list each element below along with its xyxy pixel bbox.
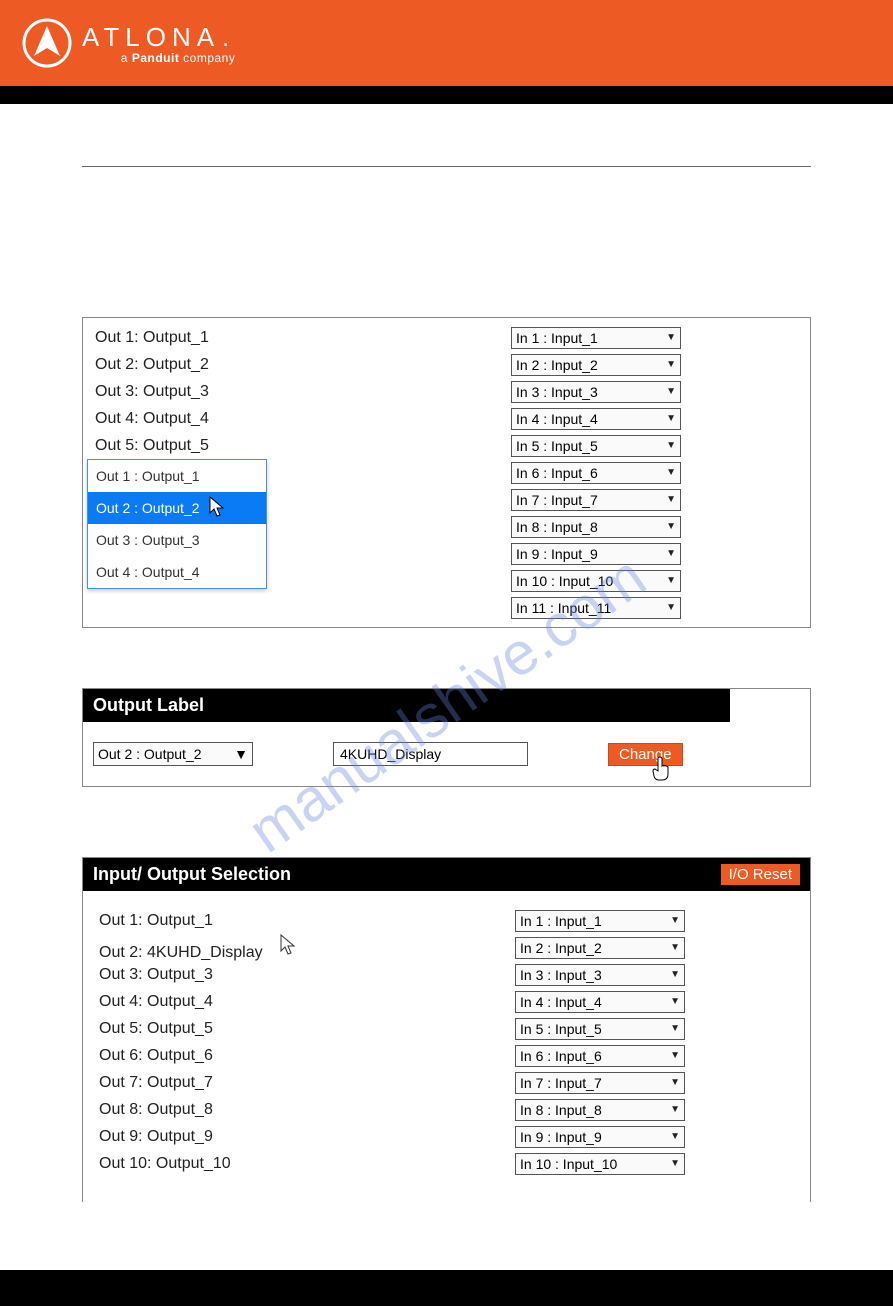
chevron-down-icon: ▼	[234, 746, 248, 762]
chevron-down-icon: ▼	[670, 1077, 680, 1088]
input-select[interactable]: In 4 : Input_4▼	[511, 408, 681, 430]
io-selection-header: Input/ Output Selection I/O Reset	[83, 858, 810, 891]
dropdown-option-selected[interactable]: Out 2 : Output_2	[88, 492, 266, 524]
chevron-down-icon: ▼	[670, 1050, 680, 1061]
io-row: Out 5: Output_5 In 5 : Input_5▼	[91, 432, 802, 459]
input-select[interactable]: In 8 : Input_8▼	[515, 1099, 685, 1121]
cursor-arrow-icon	[279, 941, 299, 961]
chevron-down-icon: ▼	[666, 332, 676, 343]
output-label-text: Out 10: Output_10	[95, 1155, 515, 1173]
input-select[interactable]: In 9 : Input_9▼	[511, 543, 681, 565]
chevron-down-icon: ▼	[666, 575, 676, 586]
io-reset-button[interactable]: I/O Reset	[721, 864, 800, 885]
footer-band	[0, 1270, 893, 1306]
io-row: In 11 : Input_11▼	[91, 594, 802, 621]
output-label-text: Out 9: Output_9	[95, 1128, 515, 1146]
io-panel-1: Out 1: Output_1 In 1 : Input_1▼ Out 2: O…	[82, 317, 811, 628]
output-label-text: Out 2: Output_2	[91, 356, 511, 374]
input-select[interactable]: In 7 : Input_7▼	[515, 1072, 685, 1094]
chevron-down-icon: ▼	[666, 494, 676, 505]
dropdown-option[interactable]: Out 4 : Output_4	[88, 556, 266, 588]
io-row: Out 4: Output_4 In 4 : Input_4▼	[83, 988, 810, 1015]
chevron-down-icon: ▼	[666, 440, 676, 451]
output-label-text: Out 1: Output_1	[91, 329, 511, 347]
atlona-logo-icon	[22, 18, 72, 68]
input-select[interactable]: In 6 : Input_6▼	[515, 1045, 685, 1067]
io-row: Out 9: Output_9 In 9 : Input_9▼	[83, 1123, 810, 1150]
input-select[interactable]: In 1 : Input_1▼	[511, 327, 681, 349]
chevron-down-icon: ▼	[666, 413, 676, 424]
cursor-arrow-icon	[208, 495, 228, 524]
output-label-text: Out 5: Output_5	[91, 437, 511, 455]
io-row: Out 3: Output_3 In 3 : Input_3▼	[91, 378, 802, 405]
chevron-down-icon: ▼	[666, 359, 676, 370]
chevron-down-icon: ▼	[666, 386, 676, 397]
chevron-down-icon: ▼	[670, 996, 680, 1007]
output-dropdown-list[interactable]: Out 1 : Output_1 Out 2 : Output_2 Out 3 …	[87, 459, 267, 589]
output-label-header: Output Label	[83, 689, 730, 722]
input-select[interactable]: In 8 : Input_8▼	[511, 516, 681, 538]
io-row: Out 1: Output_1 In 1 : Input_1▼	[83, 907, 810, 934]
chevron-down-icon: ▼	[670, 1158, 680, 1169]
output-label-text: Out 8: Output_8	[95, 1101, 515, 1119]
brand-header: ATLONA. a Panduit company	[0, 0, 893, 86]
io-row: Out 2: 4KUHD_Display In 2 : Input_2▼	[83, 934, 810, 961]
output-label-text: Out 7: Output_7	[95, 1074, 515, 1092]
chevron-down-icon: ▼	[666, 602, 676, 613]
chevron-down-icon: ▼	[670, 1023, 680, 1034]
io-row: Out 2: Output_2 In 2 : Input_2▼	[91, 351, 802, 378]
brand-tagline: a Panduit company	[82, 51, 235, 65]
input-select[interactable]: In 9 : Input_9▼	[515, 1126, 685, 1148]
output-label-text: Out 4: Output_4	[95, 993, 515, 1011]
input-select[interactable]: In 1 : Input_1▼	[515, 910, 685, 932]
black-band	[0, 86, 893, 104]
io-row: Out 8: Output_8 In 8 : Input_8▼	[83, 1096, 810, 1123]
output-label-input[interactable]	[333, 742, 528, 766]
io-row: Out 6: Output_6 In 6 : Input_6▼	[83, 1042, 810, 1069]
io-row: Out 4: Output_4 In 4 : Input_4▼	[91, 405, 802, 432]
output-label-text: Out 4: Output_4	[91, 410, 511, 428]
output-label-text: Out 3: Output_3	[95, 966, 515, 984]
input-select[interactable]: In 3 : Input_3▼	[511, 381, 681, 403]
input-select[interactable]: In 2 : Input_2▼	[511, 354, 681, 376]
io-row: Out 10: Output_10 In 10 : Input_10▼	[83, 1150, 810, 1177]
chevron-down-icon: ▼	[670, 915, 680, 926]
io-selection-panel: Input/ Output Selection I/O Reset Out 1:…	[82, 857, 811, 1202]
dropdown-option[interactable]: Out 3 : Output_3	[88, 524, 266, 556]
input-select[interactable]: In 7 : Input_7▼	[511, 489, 681, 511]
output-label-panel: Output Label Out 2 : Output_2▼ Change	[82, 688, 811, 787]
chevron-down-icon: ▼	[670, 969, 680, 980]
input-select[interactable]: In 2 : Input_2▼	[515, 937, 685, 959]
output-label-text: Out 2: 4KUHD_Display	[95, 933, 515, 962]
output-label-text: Out 5: Output_5	[95, 1020, 515, 1038]
input-select[interactable]: In 11 : Input_11▼	[511, 597, 681, 619]
input-select[interactable]: In 10 : Input_10▼	[515, 1153, 685, 1175]
output-label-select[interactable]: Out 2 : Output_2▼	[93, 742, 253, 766]
chevron-down-icon: ▼	[666, 548, 676, 559]
chevron-down-icon: ▼	[666, 467, 676, 478]
input-select[interactable]: In 5 : Input_5▼	[515, 1018, 685, 1040]
input-select[interactable]: In 4 : Input_4▼	[515, 991, 685, 1013]
change-button[interactable]: Change	[608, 743, 683, 766]
input-select[interactable]: In 10 : Input_10▼	[511, 570, 681, 592]
input-select[interactable]: In 3 : Input_3▼	[515, 964, 685, 986]
input-select[interactable]: In 6 : Input_6▼	[511, 462, 681, 484]
chevron-down-icon: ▼	[666, 521, 676, 532]
brand-name: ATLONA.	[82, 22, 235, 53]
dropdown-option[interactable]: Out 1 : Output_1	[88, 460, 266, 492]
output-label-text: Out 6: Output_6	[95, 1047, 515, 1065]
io-row: Out 5: Output_5 In 5 : Input_5▼	[83, 1015, 810, 1042]
chevron-down-icon: ▼	[670, 1131, 680, 1142]
io-row: Out 1: Output_1 In 1 : Input_1▼	[91, 324, 802, 351]
chevron-down-icon: ▼	[670, 1104, 680, 1115]
io-row: Out 3: Output_3 In 3 : Input_3▼	[83, 961, 810, 988]
divider-line	[82, 166, 811, 167]
input-select[interactable]: In 5 : Input_5▼	[511, 435, 681, 457]
output-label-text: Out 3: Output_3	[91, 383, 511, 401]
io-row: Out 7: Output_7 In 7 : Input_7▼	[83, 1069, 810, 1096]
output-label-text: Out 1: Output_1	[95, 912, 515, 930]
chevron-down-icon: ▼	[670, 942, 680, 953]
